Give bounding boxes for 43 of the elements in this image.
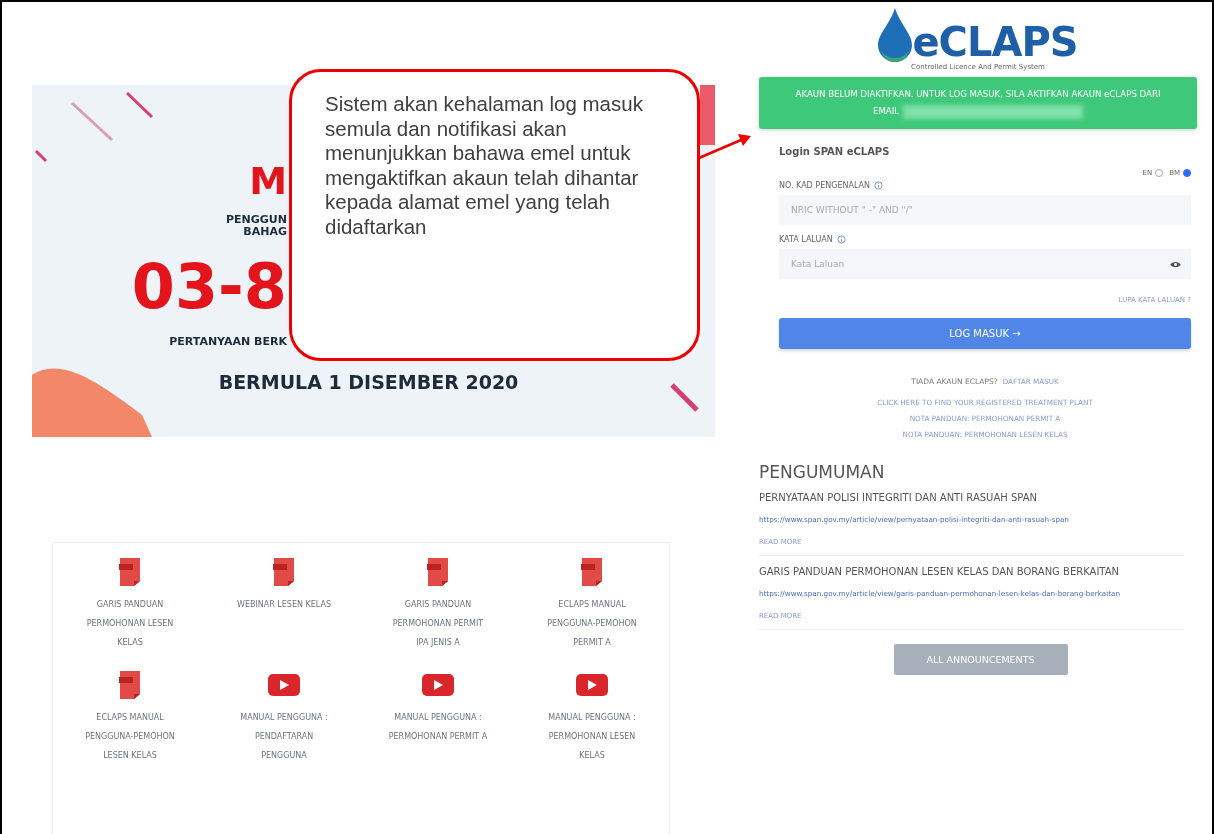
login-title: Login SPAN eCLAPS bbox=[779, 146, 891, 157]
logo-text: eCLAPS bbox=[912, 22, 1078, 62]
stripe-shape bbox=[125, 91, 154, 119]
language-radio[interactable] bbox=[1155, 169, 1164, 177]
play-video-icon[interactable] bbox=[268, 674, 300, 696]
pdf-file-icon[interactable] bbox=[427, 557, 449, 587]
field-label: NO. KAD PENGENALAN bbox=[779, 181, 870, 190]
announcement-title: GARIS PANDUAN PERMOHONAN LESEN KELAS DAN BORANG BERKAITAN bbox=[759, 566, 1120, 577]
stripe-shape bbox=[670, 383, 699, 412]
pdf-file-icon[interactable] bbox=[119, 557, 141, 587]
download-link[interactable]: MANUAL PENGGUNA : PERMOHONAN LESEN KELAS bbox=[540, 708, 644, 765]
banner-text: BAHAG bbox=[243, 226, 287, 239]
banner-text: M bbox=[249, 160, 287, 204]
download-link[interactable]: WEBINAR LESEN KELAS bbox=[232, 595, 336, 614]
stripe-shape bbox=[71, 101, 113, 142]
stripe-shape bbox=[34, 149, 48, 163]
pdf-file-icon[interactable] bbox=[273, 557, 295, 587]
login-button[interactable]: LOG MASUK → bbox=[779, 318, 1191, 349]
info-icon bbox=[836, 235, 846, 244]
download-link[interactable]: MANUAL PENGGUNA : PERMOHONAN PERMIT A bbox=[386, 708, 490, 746]
water-drop-logo-icon bbox=[878, 8, 913, 62]
download-link[interactable]: GARIS PANDUAN PERMOHONAN PERMIT IPA JENIS A bbox=[386, 595, 490, 652]
download-link[interactable]: GARIS PANDUAN PERMOHONAN LESEN KELAS bbox=[78, 595, 182, 652]
play-video-icon[interactable] bbox=[576, 674, 608, 696]
language-radio[interactable] bbox=[1183, 169, 1191, 177]
corner-shape bbox=[700, 85, 715, 145]
pdf-file-icon[interactable] bbox=[119, 670, 141, 700]
play-video-icon[interactable] bbox=[422, 674, 454, 696]
banner-text: 03-8 bbox=[131, 250, 287, 323]
download-link[interactable]: ECLAPS MANUAL PENGGUNA-PEMOHON PERMIT A bbox=[540, 595, 644, 652]
eye-icon[interactable] bbox=[1170, 260, 1181, 268]
field-label: KATA LALUAN bbox=[779, 235, 833, 244]
callout-text: Sistem akan kehalaman log masuk semula dan notifikasi akan menunjukkan bahawa emel untuk mengaktifkan akaun telah dihantar kepada alamat emel yang telah didaftarkan bbox=[325, 92, 644, 239]
banner-text: PENGGUN bbox=[226, 213, 287, 227]
success-alert: AKAUN BELUM DIAKTIFKAN. UNTUK LOG MASUK, SILA AKTIFKAN AKAUN eCLAPS DARI EMAIL bbox=[759, 77, 1197, 129]
announcement-title: PERNYATAAN POLISI INTEGRITI DAN ANTI RASUAH SPAN bbox=[759, 492, 1038, 503]
pdf-file-icon[interactable] bbox=[581, 557, 603, 587]
banner-date-text: BERMULA 1 DISEMBER 2020 bbox=[218, 370, 519, 393]
download-link[interactable]: ECLAPS MANUAL PENGGUNA-PEMOHON LESEN KELAS bbox=[78, 708, 182, 765]
announcements-heading: PENGUMUMAN bbox=[759, 462, 886, 482]
info-icon bbox=[874, 181, 883, 190]
banner-text: PERTANYAAN BERK bbox=[169, 336, 287, 349]
download-link[interactable]: MANUAL PENGGUNA : PENDAFTARAN PENGGUNA bbox=[232, 708, 336, 765]
